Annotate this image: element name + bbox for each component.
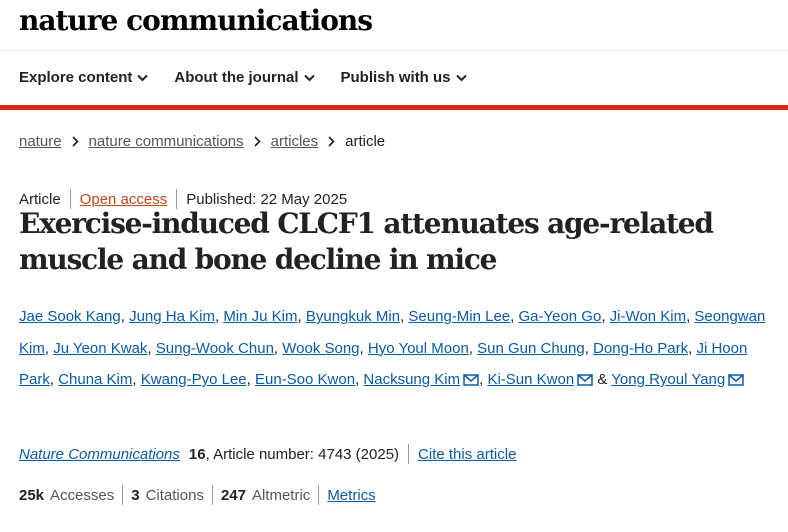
author-link[interactable]: Ga-Yeon Go <box>518 308 601 325</box>
breadcrumb-current: article <box>345 133 386 150</box>
article-type: Article <box>19 190 61 208</box>
citations-label: Citations <box>145 486 204 504</box>
author-separator: , <box>147 339 156 357</box>
author-link[interactable]: Nacksung Kim <box>363 371 460 388</box>
published-date: Published: 22 May 2025 <box>186 190 348 208</box>
chevron-down-icon <box>303 69 315 86</box>
metrics-bar: 25k Accesses 3 Citations 247 Altmetric M… <box>19 485 376 505</box>
site-logo[interactable]: nature communications <box>19 4 373 37</box>
author-link[interactable]: Eun-Soo Kwon <box>255 371 355 388</box>
chevron-right-icon <box>71 136 79 147</box>
author-link[interactable]: Ju Yeon Kwak <box>53 340 147 357</box>
chevron-right-icon <box>328 136 335 147</box>
author-link[interactable]: Ki-Sun Kwon <box>487 371 574 388</box>
nav-label: Publish with us <box>340 69 451 86</box>
author-link[interactable]: Hyo Youl Moon <box>368 340 469 357</box>
author-link[interactable]: Sung-Wook Chun <box>156 340 274 357</box>
breadcrumb-articles[interactable]: articles <box>271 133 319 150</box>
author-link[interactable]: Dong-Ho Park <box>593 340 688 357</box>
altmetric-value: 247 <box>220 486 246 504</box>
author-link[interactable]: Byungkuk Min <box>306 308 400 325</box>
main-nav: Explore content About the journal Publis… <box>0 50 788 105</box>
author-separator: , <box>601 308 610 325</box>
author-separator: , <box>120 308 130 325</box>
author-link[interactable]: Sun Gun Chung <box>477 340 585 357</box>
breadcrumb: nature nature communications articles ar… <box>19 133 385 150</box>
accent-bar <box>0 105 788 110</box>
volume: 16 <box>188 445 206 463</box>
author-separator: , <box>246 371 255 388</box>
author-separator: & <box>593 371 612 388</box>
open-access-link[interactable]: Open access <box>80 191 168 208</box>
author-link[interactable]: Seung-Min Lee <box>408 308 510 325</box>
nav-label: Explore content <box>19 69 133 86</box>
divider <box>122 485 124 505</box>
metrics-link[interactable]: Metrics <box>327 487 375 504</box>
divider <box>318 485 320 505</box>
chevron-down-icon <box>455 69 467 86</box>
journal-link[interactable]: Nature Communications <box>19 446 180 463</box>
author-link[interactable]: Chuna Kim <box>58 371 132 388</box>
divider <box>211 485 213 505</box>
author-separator: , <box>273 339 283 357</box>
author-link[interactable]: Min Ju Kim <box>223 308 297 325</box>
mail-icon[interactable] <box>463 366 479 398</box>
author-separator: , <box>468 339 478 357</box>
mail-icon[interactable] <box>577 366 593 398</box>
nav-label: About the journal <box>174 69 299 86</box>
author-separator: , <box>359 339 368 357</box>
divider <box>408 444 410 464</box>
nav-publish-with-us[interactable]: Publish with us <box>341 69 467 86</box>
author-link[interactable]: Jung Ha Kim <box>129 308 215 325</box>
article-title: Exercise-induced CLCF1 attenuates age-re… <box>19 207 714 276</box>
author-link[interactable]: Kwang-Pyo Lee <box>141 371 247 388</box>
citations-value: 3 <box>131 486 140 504</box>
chevron-right-icon <box>254 136 261 147</box>
author-separator: , <box>44 339 54 357</box>
nav-explore-content[interactable]: Explore content <box>19 69 149 86</box>
author-link[interactable]: Ji-Won Kim <box>610 308 686 325</box>
chevron-down-icon <box>137 69 149 86</box>
accesses-value: 25k <box>19 486 45 504</box>
author-link[interactable]: Wook Song <box>282 340 359 357</box>
accesses-label: Accesses <box>50 486 115 504</box>
citation-line: Nature Communications 16 , Article numbe… <box>19 444 516 464</box>
author-separator: , <box>584 339 594 357</box>
cite-this-article-link[interactable]: Cite this article <box>418 446 516 463</box>
author-link[interactable]: Jae Sook Kang <box>19 308 121 325</box>
altmetric-label: Altmetric <box>251 486 311 504</box>
nav-about-journal[interactable]: About the journal <box>174 69 315 86</box>
breadcrumb-nature[interactable]: nature <box>19 133 62 150</box>
author-list: Jae Sook Kang, Jung Ha Kim, Min Ju Kim, … <box>19 301 779 398</box>
article-number: , Article number: 4743 (2025) <box>205 445 400 463</box>
author-separator: , <box>49 371 59 388</box>
author-separator: , <box>297 308 306 325</box>
breadcrumb-nature-communications[interactable]: nature communications <box>89 133 244 150</box>
site-header: nature communications <box>0 0 788 50</box>
mail-icon[interactable] <box>728 366 744 398</box>
author-separator: , <box>132 371 141 388</box>
author-link[interactable]: Yong Ryoul Yang <box>611 371 725 388</box>
